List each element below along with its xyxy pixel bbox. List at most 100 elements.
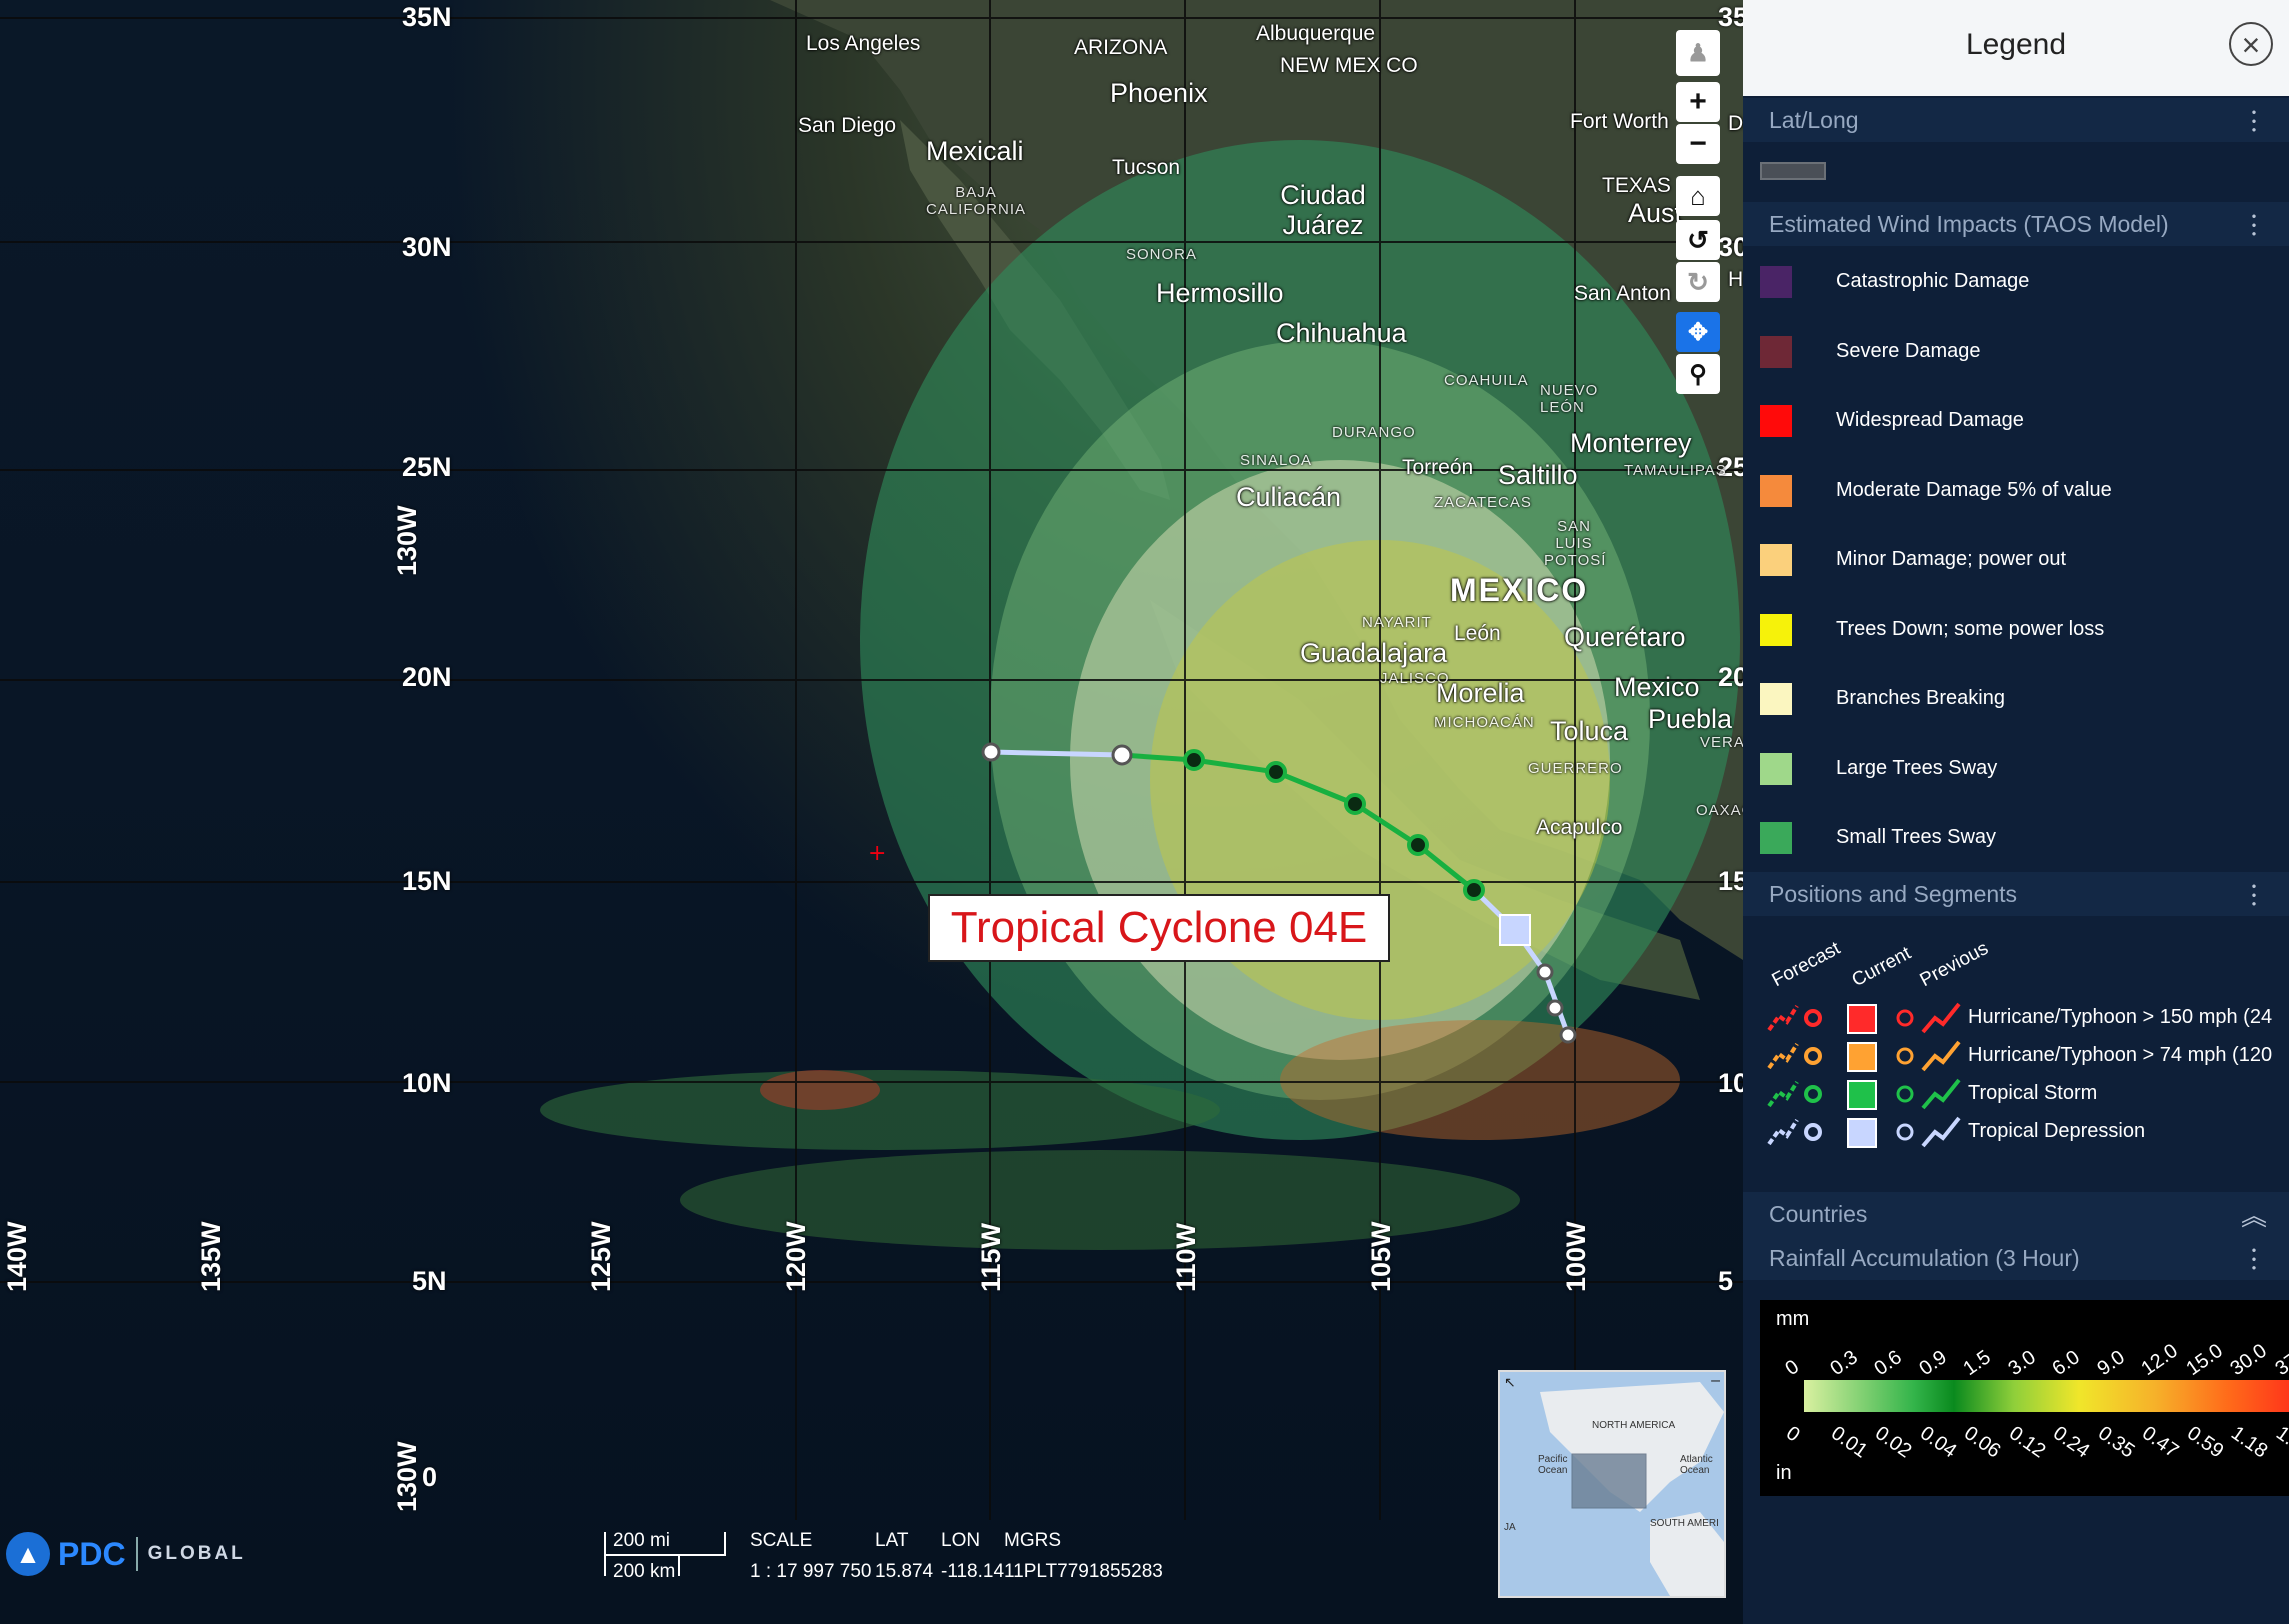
lat-label: 20N <box>402 662 452 692</box>
wind-swatch <box>1760 752 1792 785</box>
section-latlong[interactable]: Lat/Long ︙ <box>1743 98 2289 142</box>
rain-in-tick: 0.01 <box>1826 1422 1871 1463</box>
overview-label: SOUTH AMERI <box>1650 1518 1719 1529</box>
current-symbol <box>1847 1118 1877 1148</box>
wind-swatch <box>1760 822 1792 854</box>
place-label: Mexico <box>1614 672 1700 702</box>
lon-label: 130W <box>392 505 422 576</box>
rain-in-tick: 0 <box>1781 1422 1804 1447</box>
map-canvas: + <box>0 0 1743 1520</box>
lat-label: 25N <box>402 452 452 482</box>
rain-mm-tick: 0.3 <box>1825 1346 1862 1381</box>
rainfall-colorbar: mm in 0 0.3 0.6 0.9 1.5 3.0 6.0 9.0 12.0 15.0 30.0… <box>1760 1300 2289 1496</box>
rotate-left-icon[interactable]: ↺ <box>1676 220 1720 260</box>
lon-label: 100W <box>1561 1221 1591 1292</box>
zoom-box-icon[interactable]: ⚲ <box>1676 354 1720 394</box>
place-label: San Anton <box>1574 282 1671 305</box>
place-label: Albuquerque <box>1256 22 1376 45</box>
map-view[interactable]: + 35N 30N 25N 20N 15N 10N 5N 0 35 30 25 … <box>0 0 1743 1624</box>
place-label: Morelia <box>1436 678 1525 708</box>
rain-gradient <box>1804 1380 2289 1412</box>
wind-legend-label: Small Trees Sway <box>1836 826 1997 848</box>
positions-label: Tropical Storm <box>1968 1082 2098 1104</box>
logo-brand: PDC <box>58 1535 126 1572</box>
current-symbol <box>1847 1080 1877 1110</box>
chevron-up-icon[interactable]: ︽ <box>2241 1196 2267 1233</box>
wind-swatch <box>1760 613 1792 646</box>
lat-label: 35N <box>402 2 452 32</box>
section-positions[interactable]: Positions and Segments ︙ <box>1743 872 2289 916</box>
chevron-down-icon[interactable]: ︙ <box>2241 1240 2267 1277</box>
chevron-down-icon[interactable]: ︙ <box>2241 102 2267 139</box>
wind-legend-item: Small Trees Sway <box>1743 814 2289 860</box>
lat-label: 0 <box>422 1462 438 1492</box>
overview-map[interactable]: NORTH AMERICA Pacific Ocean Atlantic Oce… <box>1498 1370 1726 1598</box>
scale-header: SCALE <box>750 1530 813 1551</box>
pan-icon[interactable]: ✥ <box>1676 312 1720 352</box>
section-rainfall[interactable]: Rainfall Accumulation (3 Hour) ︙ <box>1743 1236 2289 1280</box>
previous-symbol <box>1896 1116 1961 1148</box>
section-positions-title: Positions and Segments <box>1769 881 2018 907</box>
close-icon[interactable]: × <box>2229 22 2273 66</box>
rain-in-label: in <box>1776 1462 1792 1484</box>
place-label: TAMAULIPAS <box>1624 462 1727 479</box>
chevron-down-icon[interactable]: ︙ <box>2241 206 2267 243</box>
rain-in-tick: 0.04 <box>1915 1422 1960 1463</box>
current-symbol <box>1847 1042 1877 1072</box>
rain-in-tick: 0.24 <box>2048 1422 2094 1463</box>
place-label: GUERRERO <box>1528 760 1623 777</box>
place-label: Fort Worth <box>1570 110 1669 133</box>
rain-in-tick: 0.47 <box>2137 1422 2183 1463</box>
home-icon[interactable]: ⌂ <box>1676 176 1720 216</box>
storm-track-previous <box>990 749 1123 758</box>
section-countries-title: Countries <box>1769 1201 1868 1227</box>
wind-legend-item: Minor Damage; power out <box>1743 536 2289 582</box>
rain-mm-tick: 0.9 <box>1914 1346 1951 1381</box>
lat-label: 10N <box>402 1068 452 1098</box>
overview-canvas <box>1540 1382 1724 1596</box>
overview-label: JA <box>1504 1522 1516 1533</box>
place-label: SONORA <box>1126 246 1198 263</box>
positions-label: Tropical Depression <box>1968 1120 2146 1142</box>
rain-in-tick: 1.48 <box>2271 1422 2289 1463</box>
positions-label: Hurricane/Typhoon > 150 mph (24 <box>1968 1006 2273 1028</box>
overview-collapse-icon[interactable]: – <box>1711 1372 1720 1390</box>
wind-legend-label: Severe Damage <box>1836 339 1981 362</box>
place-label: Puebla <box>1648 704 1733 734</box>
place-label: SAN LUIS POTOSÍ <box>1544 518 1607 569</box>
logo-sub: GLOBAL <box>147 1543 246 1564</box>
place-label: Ciudad Juárez <box>1280 180 1366 240</box>
scale-value: 1 : 17 997 750 <box>750 1561 872 1582</box>
section-countries[interactable]: Countries ︽ <box>1743 1192 2289 1236</box>
wind-legend-item: Moderate Damage 5% of value <box>1743 467 2289 513</box>
lon-label: 125W <box>586 1221 616 1292</box>
current-position-marker <box>1499 914 1531 946</box>
rain-mm-tick: 0 <box>1781 1355 1804 1381</box>
place-label: Guadalajara <box>1300 638 1448 668</box>
lat-header: LAT <box>875 1530 909 1551</box>
street-view-icon[interactable]: ♟ <box>1676 30 1720 76</box>
wind-legend-label: Moderate Damage 5% of value <box>1836 478 2112 501</box>
lon-label: 110W <box>1171 1222 1201 1292</box>
place-label: Mexicali <box>926 136 1024 166</box>
place-label: VERA <box>1700 734 1743 751</box>
positions-col-header: Current <box>1848 942 1915 992</box>
pdc-logo-icon: ▲ <box>6 1532 50 1576</box>
zoom-in-icon[interactable]: + <box>1676 82 1720 122</box>
overview-expand-icon[interactable]: ↖ <box>1504 1374 1516 1391</box>
lat-label: 5N <box>412 1266 447 1296</box>
place-label: Aust <box>1628 198 1683 228</box>
place-label: Querétaro <box>1564 622 1686 652</box>
zoom-out-icon[interactable]: − <box>1676 124 1720 164</box>
forecast-symbol <box>1767 1042 1822 1070</box>
storm-name-label[interactable]: Tropical Cyclone 04E <box>928 894 1390 962</box>
forecast-symbol <box>1767 1080 1822 1108</box>
chevron-down-icon[interactable]: ︙ <box>2241 876 2267 913</box>
rotate-right-icon[interactable]: ↻ <box>1676 262 1720 302</box>
latlong-line-swatch <box>1760 162 1826 180</box>
section-wind-impacts[interactable]: Estimated Wind Impacts (TAOS Model) ︙ <box>1743 202 2289 246</box>
section-wind-title: Estimated Wind Impacts (TAOS Model) <box>1769 211 2169 237</box>
place-label: Los Angeles <box>806 32 921 55</box>
legend-panel: Legend × Lat/Long ︙ Estimated Wind Impac… <box>1743 0 2289 1624</box>
place-label: Phoenix <box>1110 78 1208 108</box>
